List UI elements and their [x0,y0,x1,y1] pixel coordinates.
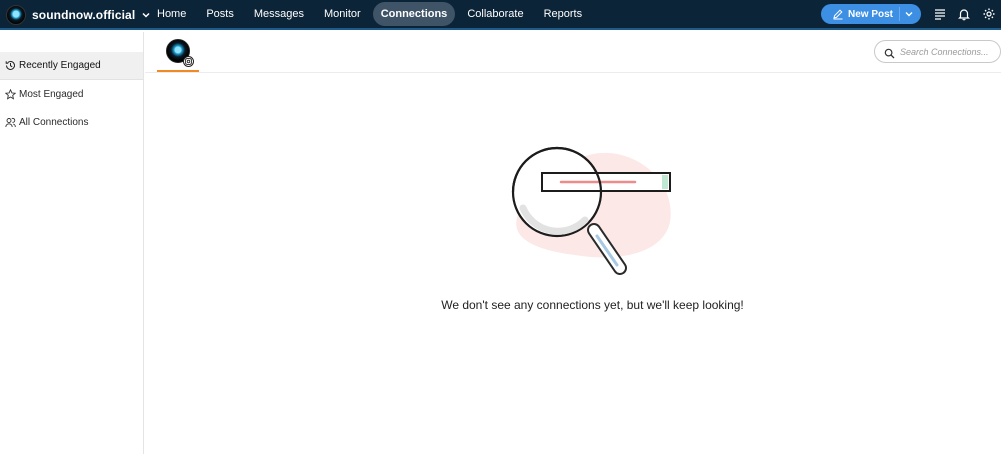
nav-connections[interactable]: Connections [372,2,456,26]
search-connections-box[interactable] [874,40,1001,63]
nav-reports[interactable]: Reports [536,2,591,26]
gear-icon[interactable] [982,7,996,21]
instagram-icon [183,56,194,67]
search-icon [884,46,895,59]
clock-history-icon [5,60,16,71]
people-icon [5,117,16,128]
profile-tab-soundnow[interactable] [157,37,199,72]
nav-messages[interactable]: Messages [246,2,312,26]
empty-state-magnifier-illustration [505,140,680,280]
nav-posts[interactable]: Posts [198,2,242,26]
pencil-icon [832,8,844,20]
connections-sidebar: Recently Engaged Most Engaged All Connec… [0,32,144,454]
account-name: soundnow.official [32,8,136,22]
new-post-dropdown-icon[interactable] [903,8,915,20]
account-avatar [6,5,26,25]
menu-icon[interactable] [933,7,947,21]
new-post-button[interactable]: New Post [821,4,921,24]
empty-state-message: We don't see any connections yet, but we… [441,298,744,312]
search-input[interactable] [900,46,1000,57]
nav-home[interactable]: Home [149,2,194,26]
sidebar-item-label: Recently Engaged [19,60,101,71]
sidebar-item-recently-engaged[interactable]: Recently Engaged [0,52,143,80]
top-navigation-bar: soundnow.official Home Posts Messages Mo… [0,0,1001,30]
nav-monitor[interactable]: Monitor [316,2,369,26]
star-icon [4,88,17,100]
sidebar-item-label: All Connections [19,116,89,128]
new-post-divider [899,7,900,21]
main-nav: Home Posts Messages Monitor Connections … [149,2,594,26]
sidebar-item-most-engaged[interactable]: Most Engaged [0,80,143,108]
account-switcher[interactable]: soundnow.official [6,3,151,27]
sidebar-item-label: Most Engaged [19,88,84,100]
new-post-label: New Post [848,8,894,20]
bell-icon[interactable] [957,7,971,21]
header-divider [145,72,1001,73]
nav-collaborate[interactable]: Collaborate [459,2,531,26]
sidebar-item-all-connections[interactable]: All Connections [0,108,143,136]
